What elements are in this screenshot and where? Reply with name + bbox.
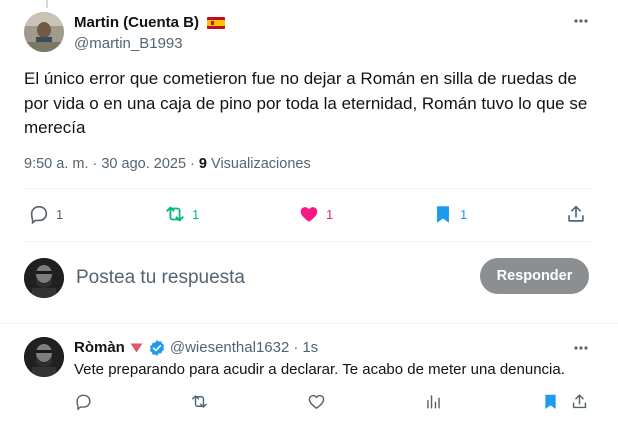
bookmark-action[interactable]: 1	[432, 203, 467, 225]
reply-author-handle[interactable]: @wiesenthal1632	[170, 338, 289, 358]
reply-reply-action[interactable]	[74, 392, 93, 416]
post-text: El único error que cometieron fue no dej…	[24, 69, 588, 137]
repost-action[interactable]: 1	[164, 203, 199, 225]
like-action[interactable]: 1	[298, 203, 333, 225]
reply-text: Vete preparando para acudir a declarar. …	[74, 361, 565, 378]
bookmark-filled-icon	[545, 394, 556, 410]
bookmark-count: 1	[460, 206, 468, 222]
reply-icon	[30, 206, 48, 225]
author-handle[interactable]: @martin_B1993	[74, 34, 225, 54]
reply-submit-button[interactable]: Responder	[480, 258, 589, 294]
verified-badge-icon[interactable]	[148, 339, 166, 357]
repost-icon	[192, 395, 207, 408]
spain-flag-icon	[207, 17, 225, 29]
reply-count: 1	[56, 206, 64, 222]
share-icon	[572, 394, 587, 409]
user-avatar[interactable]	[24, 258, 64, 298]
reply-header: Ròmàn @wiesenthal1632 · 1s	[74, 338, 318, 358]
post-meta: 9:50 a. m. · 30 ago. 2025 · 9 Visualizac…	[24, 154, 311, 174]
author-name[interactable]: Martin (Cuenta B)	[74, 13, 199, 33]
reply-input[interactable]: Postea tu respuesta	[76, 265, 245, 291]
reply-author-name[interactable]: Ròmàn	[74, 338, 125, 358]
analytics-icon	[427, 395, 440, 409]
post-more-button[interactable]	[571, 11, 591, 31]
views-count: 9	[198, 156, 207, 172]
heart-icon	[308, 394, 325, 410]
divider	[24, 241, 594, 242]
reply-share-action[interactable]	[570, 392, 589, 416]
reply-more-button[interactable]	[571, 338, 591, 358]
reply-actions-bar	[74, 392, 594, 412]
separator-dot: ·	[293, 339, 299, 356]
red-triangle-icon	[130, 343, 143, 353]
heart-filled-icon	[300, 207, 318, 222]
divider	[0, 323, 618, 324]
reply-action[interactable]: 1	[28, 203, 63, 225]
reply-like-action[interactable]	[307, 392, 326, 416]
divider	[24, 188, 594, 189]
repost-icon	[166, 206, 184, 222]
views-label: Visualizaciones	[207, 156, 311, 172]
more-horizontal-icon	[574, 346, 588, 350]
post-actions-bar: 1 1 1 1	[24, 203, 594, 227]
bookmark-filled-icon	[437, 206, 449, 223]
reply-views-action[interactable]	[424, 392, 443, 416]
author-avatar[interactable]	[24, 12, 64, 52]
reply-repost-action[interactable]	[190, 392, 209, 416]
reply-bookmark-action[interactable]	[541, 392, 560, 416]
like-count: 1	[326, 206, 334, 222]
more-horizontal-icon	[574, 19, 588, 23]
reply-timestamp[interactable]: 1s	[302, 338, 318, 358]
reply-icon	[76, 394, 91, 411]
repost-count: 1	[192, 206, 200, 222]
post-timestamp[interactable]: 9:50 a. m. · 30 ago. 2025 ·	[24, 156, 199, 172]
share-icon	[568, 205, 584, 222]
share-action[interactable]	[565, 203, 587, 225]
thread-connector-line	[46, 0, 48, 8]
reply-author-avatar[interactable]	[24, 337, 64, 377]
